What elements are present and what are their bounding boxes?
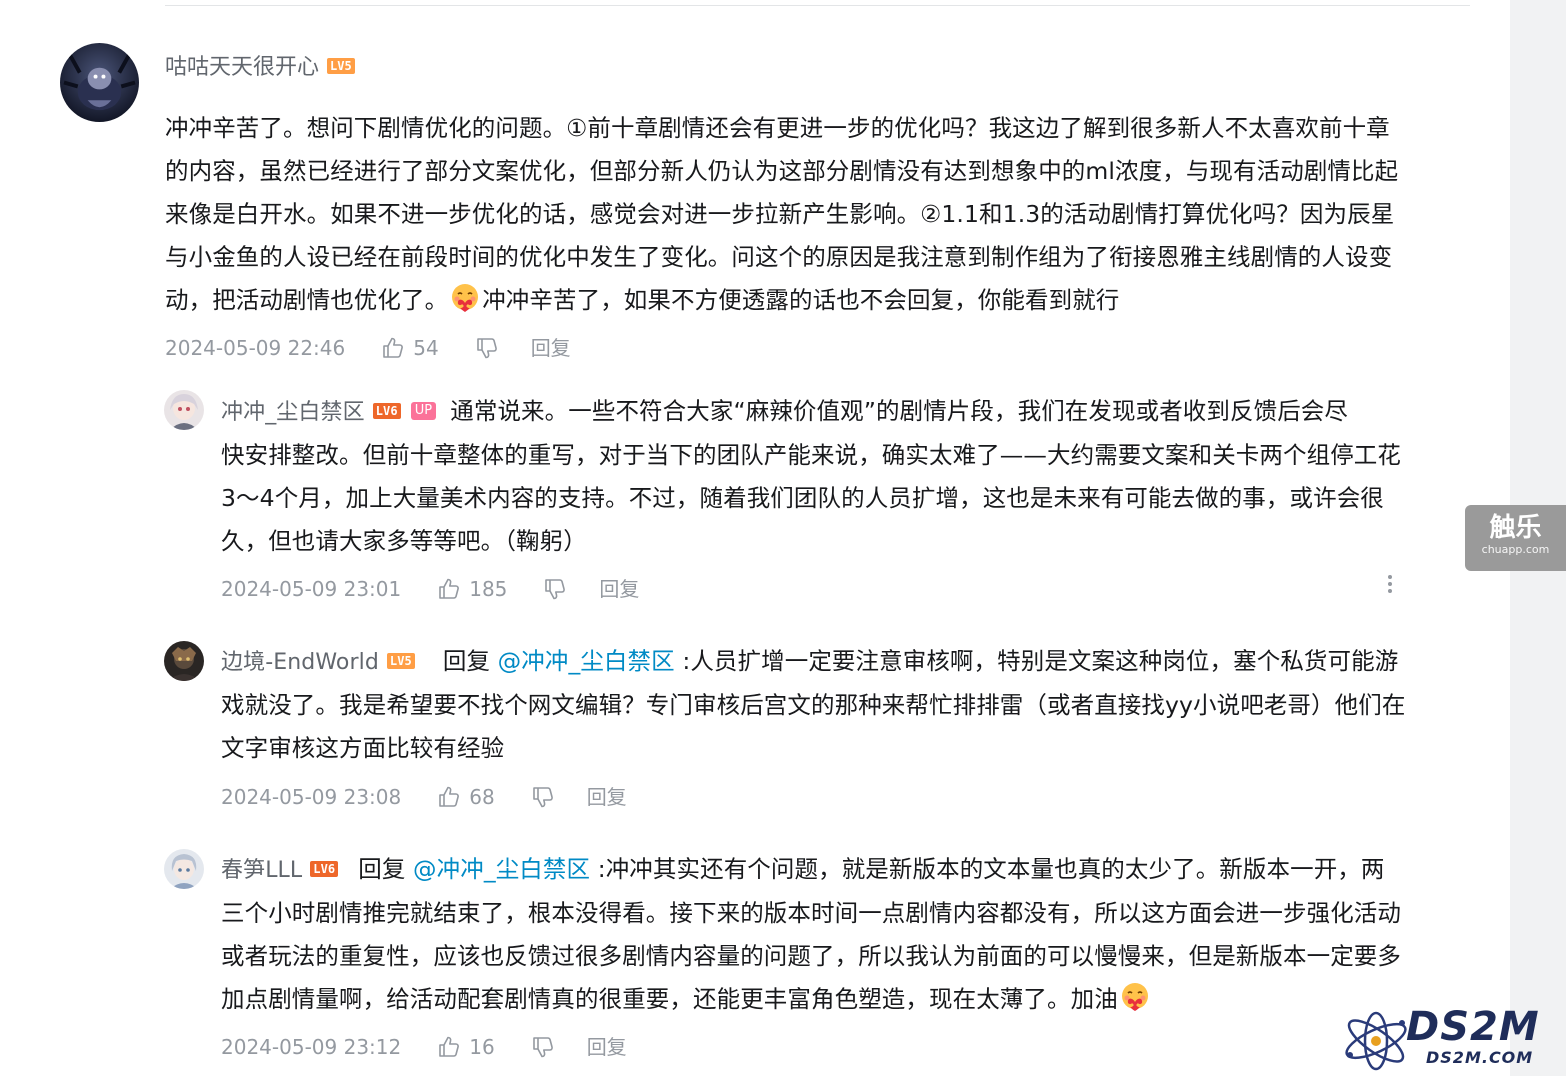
more-vertical-icon[interactable] [1382, 572, 1398, 596]
comment-time: 2024-05-09 22:46 [165, 336, 346, 360]
comment-line: 边境-EndWorld LV5 回复 @冲冲_尘白禁区 :人员扩增一定要注意审核啊，… [221, 647, 1399, 675]
comment-line: 三个小时剧情推完就结束了，根本没得看。接下来的版本时间一点剧情内容都没有，所以这… [221, 899, 1401, 927]
comment-time: 2024-05-09 23:01 [221, 577, 402, 601]
comment-line: 文字审核这方面比较有经验 [221, 734, 505, 762]
like-count: 68 [469, 785, 495, 809]
comment-line: 动，把活动剧情也优化了。 冲冲辛苦了，如果不方便透露的话也不会回复，你能看到就行 [165, 279, 1465, 322]
like-button[interactable]: 68 [437, 785, 495, 809]
mention-link[interactable]: @冲冲_尘白禁区 [498, 647, 675, 675]
reply-prefix: 回复 [358, 855, 406, 883]
watermark-main: DS2M [1406, 1004, 1540, 1050]
comment-text: 边境-EndWorld LV5 回复 @冲冲_尘白禁区 :人员扩增一定要注意审核啊，… [221, 640, 1471, 770]
comment-line: 戏就没了。我是希望要不找个网文编辑？专门审核后宫文的那种来帮忙排排雷（或者直接找… [221, 691, 1406, 719]
comment-author: 边境-EndWorld LV5 [221, 650, 415, 675]
username-link[interactable]: 咕咕天天很开心 [165, 55, 319, 80]
ds2m-watermark: DS2M DS2M.COM [1340, 1005, 1560, 1073]
thumbs-up-icon [439, 1036, 460, 1057]
avatar[interactable] [164, 390, 204, 430]
comment-line: 或者玩法的重复性，应该也反馈过很多剧情内容量的问题了，所以我认为前面的可以慢慢来… [221, 942, 1401, 970]
comment-meta: 2024-05-09 22:46 54 回复 [165, 336, 571, 360]
heart-hug-emoji-icon [449, 282, 481, 314]
dislike-button[interactable] [531, 1035, 555, 1059]
comment-author: 冲冲_尘白禁区 LV6 UP [221, 400, 437, 425]
comment-author: 咕咕天天很开心 LV5 [165, 54, 355, 82]
reply-prefix: 回复 [442, 647, 491, 675]
comment-time: 2024-05-09 23:08 [221, 785, 402, 809]
username-link[interactable]: 春笋LLL [221, 858, 302, 883]
thumbs-up-icon [383, 337, 404, 358]
level-badge: LV5 [386, 653, 415, 669]
avatar[interactable] [60, 43, 139, 122]
comment-meta: 2024-05-09 23:12 16 回复 [221, 1035, 627, 1059]
like-count: 185 [469, 577, 508, 601]
thumbs-up-icon [439, 786, 460, 807]
comment-time: 2024-05-09 23:12 [221, 1035, 402, 1059]
thumbs-down-icon [476, 338, 497, 359]
comment-line: 冲冲辛苦了。想问下剧情优化的问题。①前十章剧情还会有更进一步的优化吗？我这边了解… [165, 114, 1390, 142]
reply-button[interactable]: 回复 [599, 577, 639, 601]
badge-subtitle: chuapp.com [1481, 543, 1550, 556]
up-tag: UP [410, 402, 437, 420]
heart-hug-emoji-icon [1119, 981, 1151, 1013]
reply-button[interactable]: 回复 [587, 1035, 627, 1059]
reply-button[interactable]: 回复 [587, 785, 627, 809]
comment-text: 冲冲辛苦了。想问下剧情优化的问题。①前十章剧情还会有更进一步的优化吗？我这边了解… [165, 107, 1465, 322]
like-button[interactable]: 185 [437, 577, 507, 601]
comment-meta: 2024-05-09 23:08 68 回复 [221, 785, 627, 809]
comment-author: 春笋LLL LV6 [221, 858, 339, 883]
reply-button[interactable]: 回复 [531, 336, 571, 360]
like-button[interactable]: 16 [437, 1035, 495, 1059]
level-badge: LV5 [327, 58, 355, 74]
like-button[interactable]: 54 [381, 336, 439, 360]
thumbs-down-icon [532, 787, 553, 808]
comment-line: 来像是白开水。如果不进一步优化的话，感觉会对进一步拉新产生影响。②1.1和1.3… [165, 200, 1395, 228]
dislike-button[interactable] [475, 336, 499, 360]
comment-text: 春笋LLL LV6 回复 @冲冲_尘白禁区 :冲冲其实还有个问题，就是新版本的文本量… [221, 848, 1471, 1021]
username-link[interactable]: 冲冲_尘白禁区 [221, 400, 365, 425]
thumbs-down-icon [532, 1037, 553, 1058]
badge-title: 触乐 [1489, 513, 1542, 543]
username-link[interactable]: 边境-EndWorld [221, 650, 379, 675]
atom-logo-icon [1345, 1011, 1407, 1071]
avatar[interactable] [164, 641, 204, 681]
dislike-button[interactable] [531, 785, 555, 809]
chuapp-side-badge[interactable]: 触乐 chuapp.com [1465, 505, 1566, 571]
top-divider [165, 5, 1470, 6]
dislike-button[interactable] [543, 577, 567, 601]
comment-text: 冲冲_尘白禁区 LV6 UP 通常说来。一些不符合大家“麻辣价值观”的剧情片段，我们在… [221, 390, 1471, 563]
comment-meta: 2024-05-09 23:01 185 回复 [221, 577, 639, 601]
comment-line: 的内容，虽然已经进行了部分文案优化，但部分新人仍认为这部分剧情没有达到想象中的m… [165, 157, 1399, 185]
comment-line: 冲冲_尘白禁区 LV6 UP 通常说来。一些不符合大家“麻辣价值观”的剧情片段，我们在… [221, 397, 1348, 425]
avatar[interactable] [164, 849, 204, 889]
watermark-sub: DS2M.COM [1426, 1048, 1534, 1067]
comment-line: 久，但也请大家多等等吧。（鞠躬） [221, 527, 587, 555]
like-count: 54 [413, 336, 439, 360]
thumbs-down-icon [545, 579, 566, 600]
level-badge: LV6 [310, 861, 339, 877]
mention-link[interactable]: @冲冲_尘白禁区 [413, 855, 590, 883]
like-count: 16 [469, 1035, 495, 1059]
thumbs-up-icon [439, 578, 460, 599]
comment-line: 春笋LLL LV6 回复 @冲冲_尘白禁区 :冲冲其实还有个问题，就是新版本的文本量… [221, 855, 1385, 883]
comment-line: 快安排整改。但前十章整体的重写，对于当下的团队产能来说，确实太难了——大约需要文… [221, 441, 1401, 469]
comment-line: 与小金鱼的人设已经在前段时间的优化中发生了变化。问这个的原因是我注意到制作组为了… [165, 243, 1393, 271]
comment-line: 3～4个月，加上大量美术内容的支持。不过，随着我们团队的人员扩增，这也是未来有可… [221, 484, 1384, 512]
level-badge: LV6 [372, 403, 401, 419]
comment-line: 加点剧情量啊，给活动配套剧情真的很重要，还能更丰富角色塑造，现在太薄了。加油 [221, 978, 1471, 1021]
